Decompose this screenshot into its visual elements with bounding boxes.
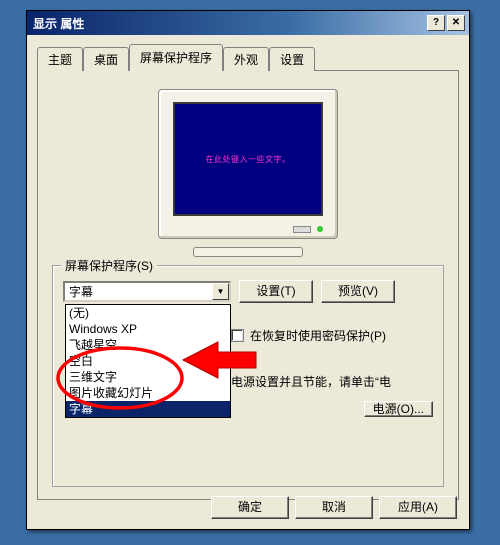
tab-panel-screensaver: 在此处键入一些文字。 屏幕保护程序(S) 字幕 ▼ [37,70,459,500]
combobox-selected-text: 字幕 [65,283,212,300]
screensaver-groupbox: 屏幕保护程序(S) 字幕 ▼ (无) Windows XP 飞越星空 空白 三维… [52,265,444,487]
chevron-down-icon[interactable]: ▼ [212,283,229,300]
preview-button[interactable]: 预览(V) [321,280,395,303]
monitor-led-icon [317,226,323,232]
screensaver-combobox[interactable]: 字幕 ▼ (无) Windows XP 飞越星空 空白 三维文字 图片收藏幻灯片… [63,281,231,302]
marquee-preview-text: 在此处键入一些文字。 [206,154,291,165]
monitor-body: 在此处键入一些文字。 [158,89,338,239]
monitor-base [193,247,303,257]
option-3d-text[interactable]: 三维文字 [66,369,230,385]
password-protect-label: 在恢复时使用密码保护(P) [250,327,386,344]
settings-button[interactable]: 设置(T) [239,280,313,303]
cancel-button[interactable]: 取消 [295,496,373,519]
monitor-screen: 在此处键入一些文字。 [173,102,323,216]
option-none[interactable]: (无) [66,305,230,321]
display-properties-window: 显示 属性 ? ✕ 主题 桌面 屏幕保护程序 外观 设置 在此处键入一些文字。 [26,10,470,530]
ok-button[interactable]: 确定 [211,496,289,519]
help-button[interactable]: ? [427,15,445,31]
monitor-button-icon [293,226,311,233]
window-title: 显示 属性 [33,15,425,32]
password-protect-checkbox[interactable] [231,329,244,342]
tab-appearance[interactable]: 外观 [223,47,269,71]
option-photo-slideshow[interactable]: 图片收藏幻灯片 [66,385,230,401]
power-button[interactable]: 电源(O)... [364,401,433,417]
tab-theme[interactable]: 主题 [37,47,83,71]
option-windows-xp[interactable]: Windows XP [66,321,230,337]
titlebar[interactable]: 显示 属性 ? ✕ [27,11,469,35]
option-starfield[interactable]: 飞越星空 [66,337,230,353]
power-hint-text: 电源设置并且节能，请单击“电 [231,375,391,389]
screensaver-dropdown-list[interactable]: (无) Windows XP 飞越星空 空白 三维文字 图片收藏幻灯片 字幕 [65,304,231,418]
dialog-buttons: 确定 取消 应用(A) [205,496,457,519]
option-marquee[interactable]: 字幕 [66,401,230,417]
tab-desktop[interactable]: 桌面 [83,47,129,71]
tab-strip: 主题 桌面 屏幕保护程序 外观 设置 [37,43,459,70]
apply-button[interactable]: 应用(A) [379,496,457,519]
monitor-preview: 在此处键入一些文字。 [52,89,444,260]
group-label: 屏幕保护程序(S) [61,257,157,274]
tab-settings[interactable]: 设置 [269,47,315,71]
close-button[interactable]: ✕ [447,15,465,31]
tab-screensaver[interactable]: 屏幕保护程序 [129,44,223,71]
option-blank[interactable]: 空白 [66,353,230,369]
client-area: 主题 桌面 屏幕保护程序 外观 设置 在此处键入一些文字。 [27,35,469,510]
